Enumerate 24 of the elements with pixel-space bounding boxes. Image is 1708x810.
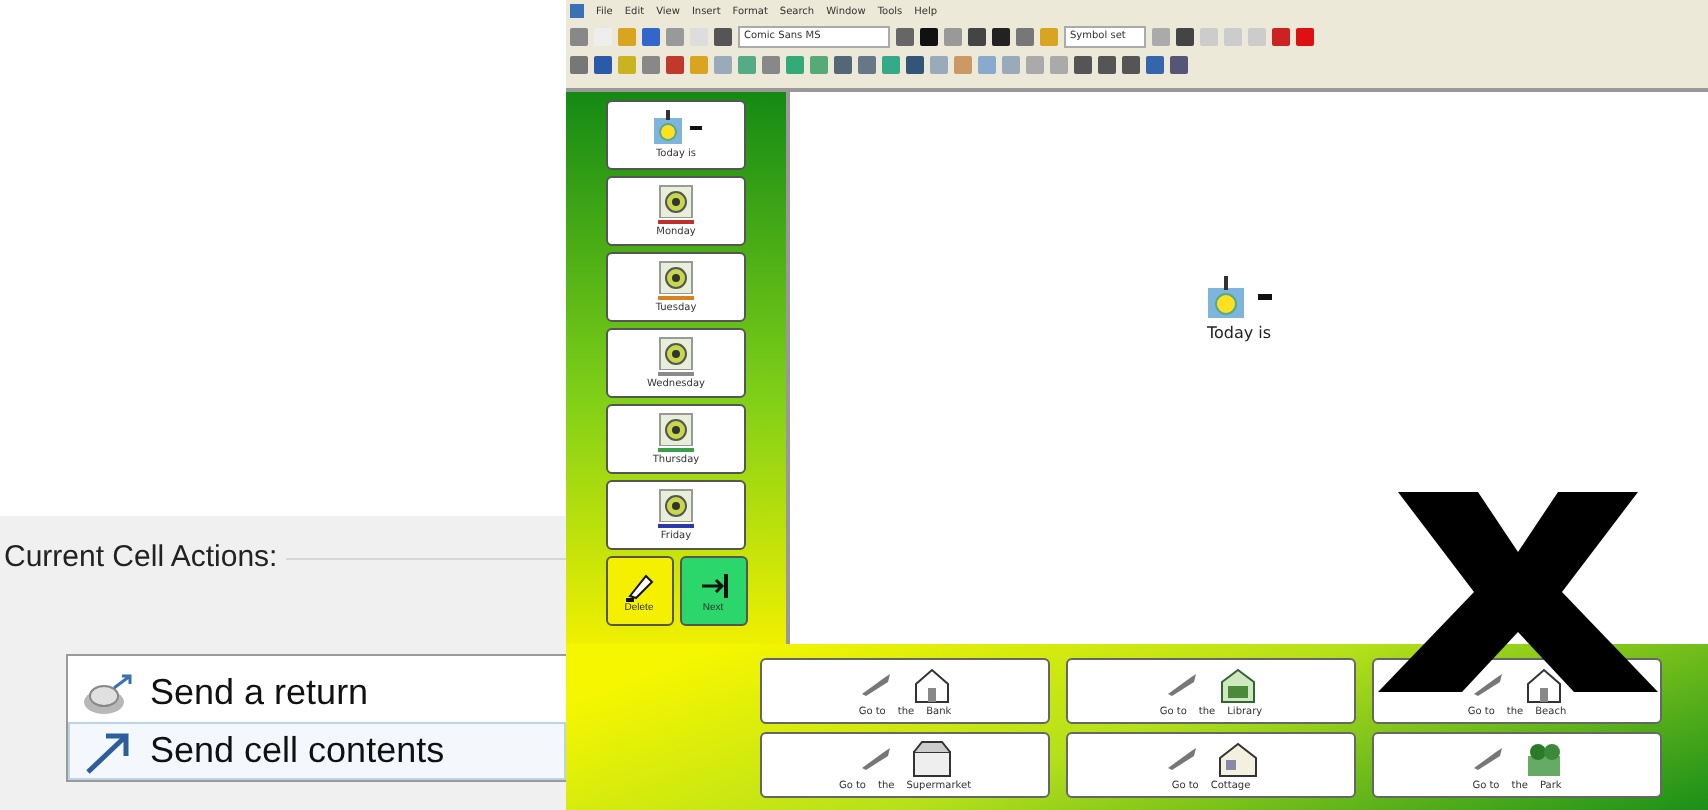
park-icon xyxy=(1523,739,1563,777)
arrow-icon xyxy=(82,729,134,773)
section-label: Current Cell Actions: xyxy=(4,540,278,574)
day-symbol-icon xyxy=(658,336,694,370)
building-icon xyxy=(1217,739,1257,777)
keyboard-icon xyxy=(82,671,134,715)
action-item[interactable]: Send a return xyxy=(68,664,566,722)
arrow-icon xyxy=(697,569,729,601)
building-icon xyxy=(911,739,951,777)
building-icon xyxy=(911,665,951,703)
dash-icon xyxy=(689,125,701,131)
eraser-icon xyxy=(623,569,655,601)
day-symbol-icon xyxy=(658,184,694,218)
calendar-icon xyxy=(1206,275,1246,319)
building-icon xyxy=(1217,665,1257,703)
day-symbol-icon xyxy=(658,412,694,446)
symbol-caption: Today is xyxy=(1206,323,1272,341)
building-icon xyxy=(1523,665,1563,703)
action-item[interactable]: Send cell contents xyxy=(68,722,566,780)
app-icon xyxy=(570,4,584,18)
day-symbol-icon xyxy=(658,260,694,294)
day-symbol-icon xyxy=(658,488,694,522)
dash-icon xyxy=(1258,294,1272,300)
calendar-icon xyxy=(651,110,683,146)
